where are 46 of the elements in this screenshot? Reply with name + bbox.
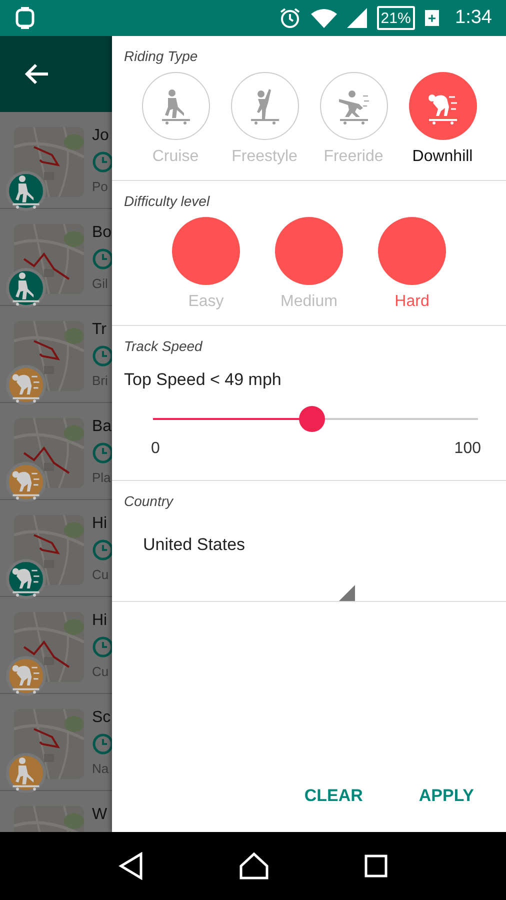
home-icon[interactable]: [238, 852, 269, 880]
track-title: Ba: [92, 418, 113, 436]
country-dropdown[interactable]: United States: [143, 535, 355, 601]
slider-min: 0: [151, 440, 160, 458]
clock-icon: [92, 733, 114, 755]
track-title: Tr: [92, 321, 108, 339]
clock-icon: [92, 151, 114, 173]
option-label: Easy: [188, 293, 224, 311]
option-label: Freeride: [324, 148, 384, 166]
section-label: Track Speed: [124, 338, 204, 354]
charging-indicator: +: [424, 10, 440, 26]
track-title: Bo: [92, 224, 113, 242]
clock-icon: [92, 248, 114, 270]
section-label: Difficulty level: [124, 193, 211, 209]
clock-icon: [92, 345, 114, 367]
clock-time: 1:34: [455, 7, 492, 29]
option-label: Downhill: [412, 148, 473, 166]
option-label: Medium: [280, 293, 338, 311]
signal-icon: [346, 8, 367, 28]
track-title: Hi: [92, 515, 108, 533]
speed-reading: Top Speed < 49 mph: [124, 370, 282, 390]
section-label: Riding Type: [124, 48, 199, 64]
alarm-clock-icon: [278, 7, 301, 29]
slider-thumb[interactable]: [299, 406, 326, 432]
clock-icon: [92, 636, 114, 658]
track-title: Sc: [92, 709, 112, 727]
section-label: Country: [124, 493, 174, 509]
option-label: Cruise: [152, 148, 199, 166]
option-label: Freestyle: [232, 148, 298, 166]
smartwatch-icon: [14, 7, 36, 29]
clear-button[interactable]: CLEAR: [296, 782, 371, 810]
apply-button[interactable]: APPLY: [410, 782, 482, 810]
wifi-icon: [310, 8, 337, 28]
back-icon[interactable]: [118, 852, 144, 880]
clock-icon: [92, 442, 114, 464]
track-title: Hi: [92, 612, 108, 630]
track-row[interactable]: W: [0, 791, 112, 832]
track-title: Jo: [92, 127, 110, 145]
recent-apps-icon[interactable]: [364, 854, 388, 878]
battery-level: 21%: [380, 10, 411, 26]
back-arrow-icon[interactable]: [24, 62, 50, 86]
slider-max: 100: [454, 440, 481, 458]
track-title: W: [92, 806, 108, 824]
clock-icon: [92, 539, 114, 561]
dropdown-icon: [339, 585, 355, 601]
option-label: Hard: [394, 293, 430, 311]
